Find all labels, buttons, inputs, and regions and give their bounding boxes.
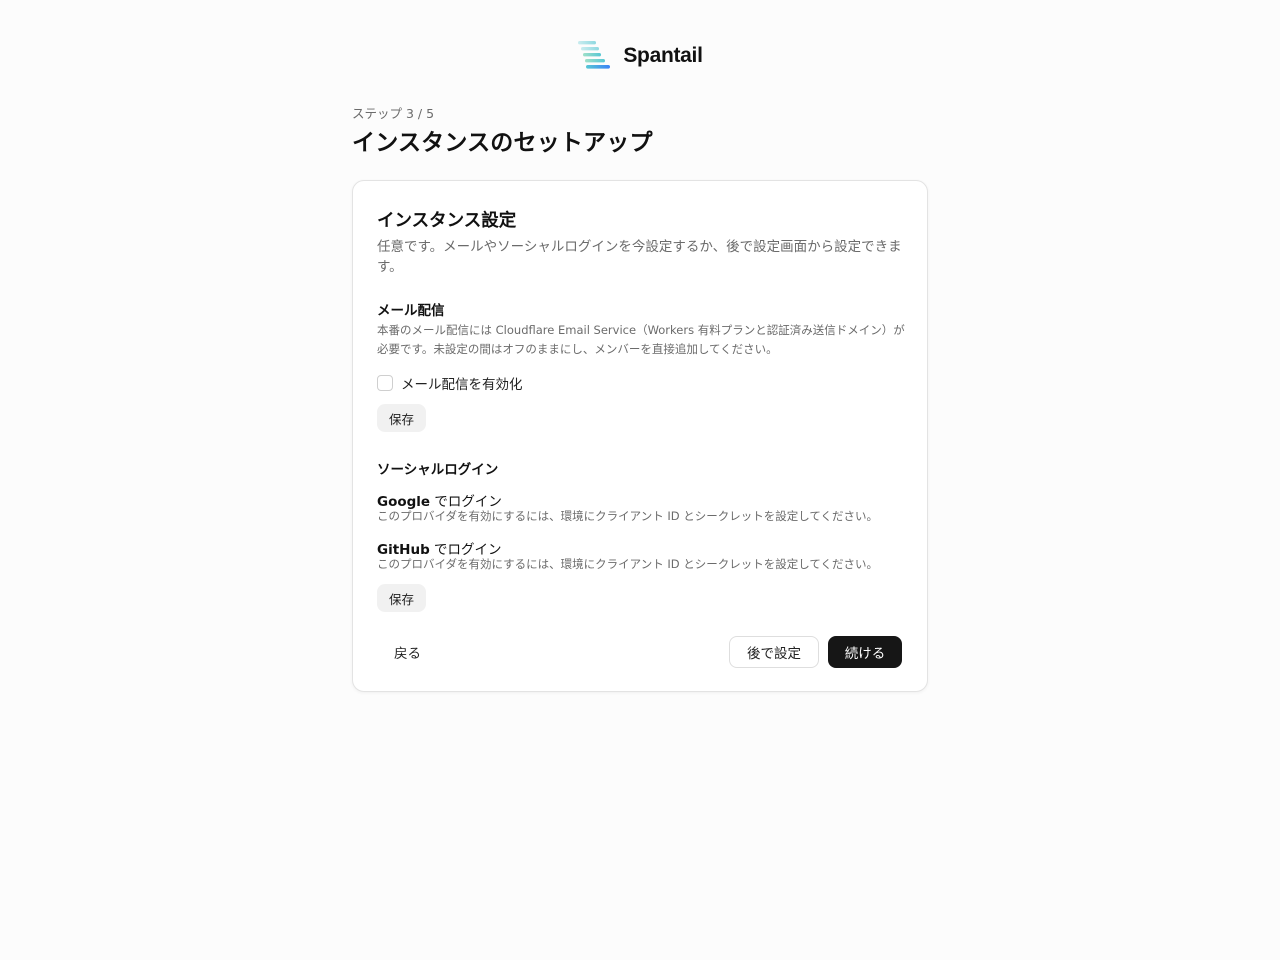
page-title: インスタンスのセットアップ <box>352 130 653 156</box>
brand-header: Spantail <box>0 39 1280 72</box>
card-title: インスタンス設定 <box>377 211 517 231</box>
spantail-logo-icon <box>578 41 611 69</box>
setup-page: Spantail ステップ 3 / 5 インスタンスのセットアップ インスタンス… <box>0 0 1280 960</box>
card-description: 任意です。メールやソーシャルログインを今設定するか、後で設定画面から設定できます… <box>377 239 902 275</box>
email-section-description: 本番のメール配信には Cloudflare Email Service（Work… <box>377 323 905 356</box>
social-save-button[interactable]: 保存 <box>377 584 427 612</box>
continue-button[interactable]: 続ける <box>828 636 902 668</box>
google-provider-name: Google でログイン <box>377 490 502 510</box>
github-provider-note: このプロバイダを有効にするには、環境にクライアント ID とシークレットを設定し… <box>377 557 879 571</box>
email-save-button[interactable]: 保存 <box>377 404 427 432</box>
instance-settings-card: インスタンス設定 任意です。メールやソーシャルログインを今設定するか、後で設定画… <box>352 180 928 692</box>
github-provider-name: GitHub でログイン <box>377 538 502 558</box>
email-section-title: メール配信 <box>377 303 445 319</box>
enable-email-checkbox-row[interactable]: メール配信を有効化 <box>377 373 523 393</box>
back-button[interactable]: 戻る <box>377 637 438 667</box>
enable-email-checkbox[interactable] <box>377 375 393 391</box>
enable-email-label: メール配信を有効化 <box>401 377 523 393</box>
step-indicator: ステップ 3 / 5 <box>352 106 435 121</box>
brand-name: Spantail <box>623 43 703 67</box>
social-section-title: ソーシャルログイン <box>377 462 499 478</box>
configure-later-button[interactable]: 後で設定 <box>729 636 819 668</box>
google-provider-note: このプロバイダを有効にするには、環境にクライアント ID とシークレットを設定し… <box>377 509 879 523</box>
